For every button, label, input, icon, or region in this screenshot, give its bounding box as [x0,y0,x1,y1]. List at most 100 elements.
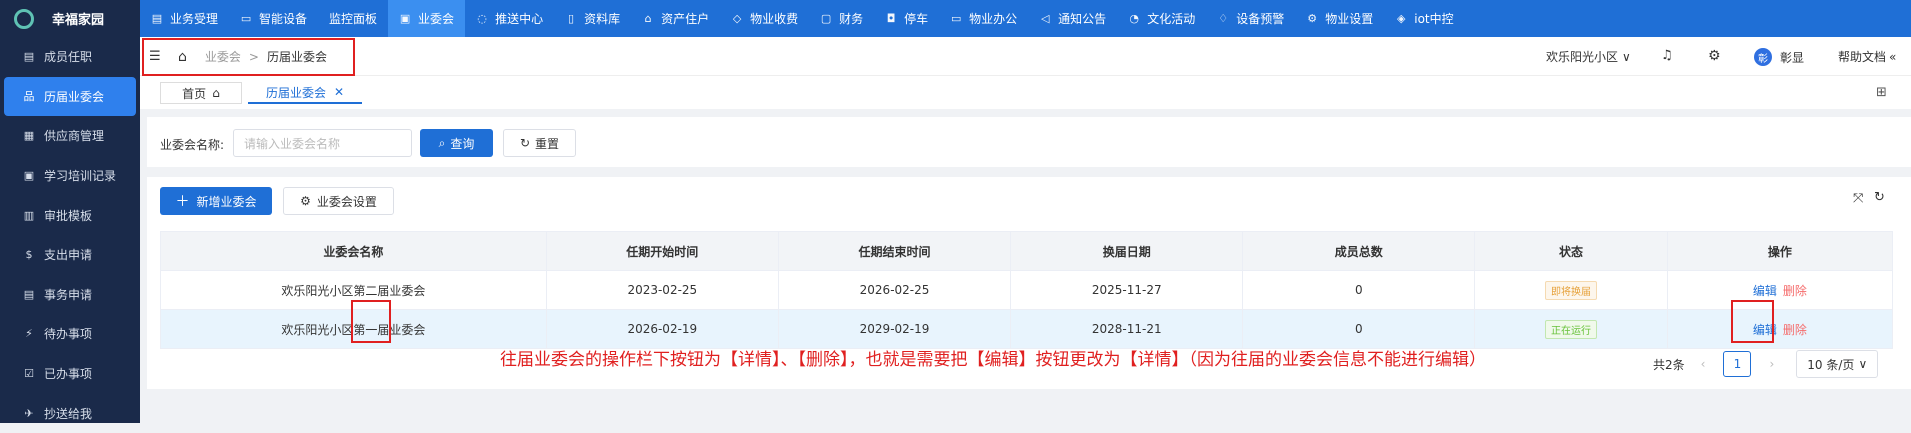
nav-item-13[interactable]: ♢ 设备预警 [1206,0,1295,37]
community-selector[interactable]: 欢乐阳光小区 ∨ [1546,48,1631,65]
nav-item-0[interactable]: ▤ 业务受理 [140,0,229,37]
template-icon: ▥ [23,208,35,222]
sidebar-item-label: 抄送给我 [44,406,93,421]
nav-item-2[interactable]: 监控面板 [318,0,388,37]
next-page-icon[interactable]: › [1769,357,1774,371]
user-name: 彰显 [1780,50,1805,65]
nav-item-label: 资料库 [584,12,621,26]
cell-change-date: 2025-11-27 [1010,270,1244,310]
delete-link[interactable]: 删除 [1783,323,1807,337]
breadcrumb: ⌂ 业委会 > 历届业委会 [178,48,327,65]
nav-item-3[interactable]: ▣ 业委会 [388,0,466,37]
table-header-row: 业委会名称 任期开始时间 任期结束时间 换届日期 成员总数 状态 操作 [160,231,1894,271]
cell-start-date: 2023-02-25 [545,270,779,310]
nav-item-10[interactable]: ▭ 物业办公 [939,0,1028,37]
nav-item-1[interactable]: ▭ 智能设备 [229,0,318,37]
prev-page-icon[interactable]: ‹ [1701,357,1706,371]
committee-name-input[interactable]: 请输入业委会名称 [233,129,412,157]
sidebar-item-9[interactable]: ✈ 抄送给我 [0,393,140,433]
close-icon[interactable]: ✕ [334,85,344,99]
delete-link[interactable]: 删除 [1783,284,1807,298]
sidebar-item-6[interactable]: ▤ 事务申请 [0,275,140,315]
sidebar-item-label: 支出申请 [44,248,93,263]
sidebar-item-7[interactable]: ⚡ 待办事项 [0,314,140,354]
double-chevron-left-icon: « [1889,49,1897,64]
car-icon: ◘ [886,12,896,25]
sidebar-item-3[interactable]: ▣ 学习培训记录 [0,156,140,196]
nav-item-9[interactable]: ◘ 停车 [874,0,939,37]
breadcrumb-current: 历届业委会 [266,50,327,64]
org-chart-icon: 品 [23,90,35,104]
supplier-icon: ▦ [23,129,35,143]
sidebar-item-0[interactable]: ▤ 成员任职 [0,37,140,77]
home-icon[interactable]: ⌂ [178,49,187,65]
nav-item-5[interactable]: ▯ 资料库 [554,0,631,37]
megaphone-icon: ◁ [1040,12,1050,25]
page-size-label: 10 条/页 [1807,357,1855,372]
sidebar-item-1[interactable]: 品历届业委会 [4,76,136,117]
user-menu[interactable]: 彰 彰显 [1754,48,1804,66]
cell-member-count: 0 [1242,309,1476,349]
app-logo[interactable]: 幸福家园 [0,0,140,37]
edit-link[interactable]: 编辑 [1753,284,1777,298]
add-committee-label: 新增业委会 [196,194,257,209]
sidebar-item-label: 已办事项 [44,367,93,382]
page-header [140,37,1911,76]
column-header: 操作 [1666,231,1894,271]
query-button[interactable]: ⌕ 查询 [420,129,493,157]
nav-item-12[interactable]: ◔ 文化活动 [1117,0,1206,37]
top-navbar: 幸福家园 ▤ 业务受理 ▭ 智能设备 监控面板 ▣ 业委会 ◌ 推送中心 ▯ 资料库 ⌂ 资产住户 ◇ 物业… [0,0,1911,37]
todo-icon: ⚡ [25,327,33,341]
app-title: 幸福家园 [52,13,105,28]
gear-icon[interactable]: ⚙ [1708,48,1721,64]
annotation-note: 往届业委会的操作栏下按钮为【详情】、【删除】，也就是需要把【编辑】按钮更改为【详… [500,350,1486,370]
page-size-select[interactable]: 10 条/页 ∨ [1796,350,1879,378]
sidebar-item-label: 事务申请 [44,287,93,302]
nav-item-label: 停车 [904,12,929,26]
column-header: 任期开始时间 [545,231,779,271]
reset-button[interactable]: ↻ 重置 [503,129,576,157]
bell-icon[interactable]: ♫ [1661,48,1673,63]
committee-settings-button[interactable]: ⚙ 业委会设置 [283,187,394,215]
sidebar-item-2[interactable]: ▦ 供应商管理 [0,116,140,156]
sidebar-item-label: 待办事项 [44,327,93,342]
sidebar-item-4[interactable]: ▥ 审批模板 [0,195,140,235]
fullscreen-icon[interactable]: ⤧ [1853,191,1863,206]
nav-item-15[interactable]: ◈ iot中控 [1384,0,1464,37]
monitor-icon: ▭ [240,12,252,25]
annotation-highlight-edit [1731,300,1774,343]
add-committee-button[interactable]: ＋ 新增业委会 [160,187,272,215]
table-row[interactable]: 欢乐阳光小区第二届业委会 2023-02-25 2026-02-25 2025-11-… [160,270,1894,310]
nav-item-14[interactable]: ⚙ 物业设置 [1295,0,1384,37]
sidebar-item-8[interactable]: ☑ 已办事项 [0,354,140,394]
flag-icon: ◔ [1129,12,1139,25]
nav-item-6[interactable]: ⌂ 资产住户 [631,0,720,37]
menu-collapse-icon[interactable]: ☰ [149,49,161,64]
cell-change-date: 2028-11-21 [1010,309,1244,349]
nav-item-4[interactable]: ◌ 推送中心 [465,0,554,37]
app-grid-icon: ▤ [151,12,163,25]
id-card-icon: ▤ [23,50,35,64]
status-badge: 正在运行 [1545,319,1598,339]
nav-item-label: 财务 [839,12,864,26]
nav-item-label: 物业收费 [750,12,799,26]
cell-status: 正在运行 [1474,309,1668,349]
search-placeholder: 请输入业委会名称 [244,136,341,151]
tab-home[interactable]: 首页 ⌂ [160,82,242,104]
nav-item-11[interactable]: ◁ 通知公告 [1028,0,1117,37]
help-docs-link[interactable]: 帮助文档 « [1838,48,1896,65]
nav-item-7[interactable]: ◇ 物业收费 [720,0,809,37]
refresh-icon[interactable]: ↻ [1874,190,1885,205]
sidebar-item-5[interactable]: $ 支出申请 [0,235,140,275]
nav-item-label: 设备预警 [1236,12,1285,26]
cell-status: 即将换届 [1474,270,1668,310]
tab-past-committees[interactable]: 历届业委会 ✕ [248,82,362,104]
nav-item-8[interactable]: ▢ 财务 [809,0,874,37]
table-row[interactable]: 欢乐阳光小区第一届业委会 2026-02-19 2029-02-19 2028-11-… [160,309,1894,349]
done-icon: ☑ [24,367,34,381]
sidebar-item-label: 供应商管理 [44,129,105,144]
page-number[interactable]: 1 [1723,351,1752,377]
table-body: 欢乐阳光小区第二届业委会 2023-02-25 2026-02-25 2025-11-… [160,270,1894,349]
grid-view-icon[interactable]: ⊞ [1876,85,1887,100]
breadcrumb-parent[interactable]: 业委会 [205,48,241,65]
